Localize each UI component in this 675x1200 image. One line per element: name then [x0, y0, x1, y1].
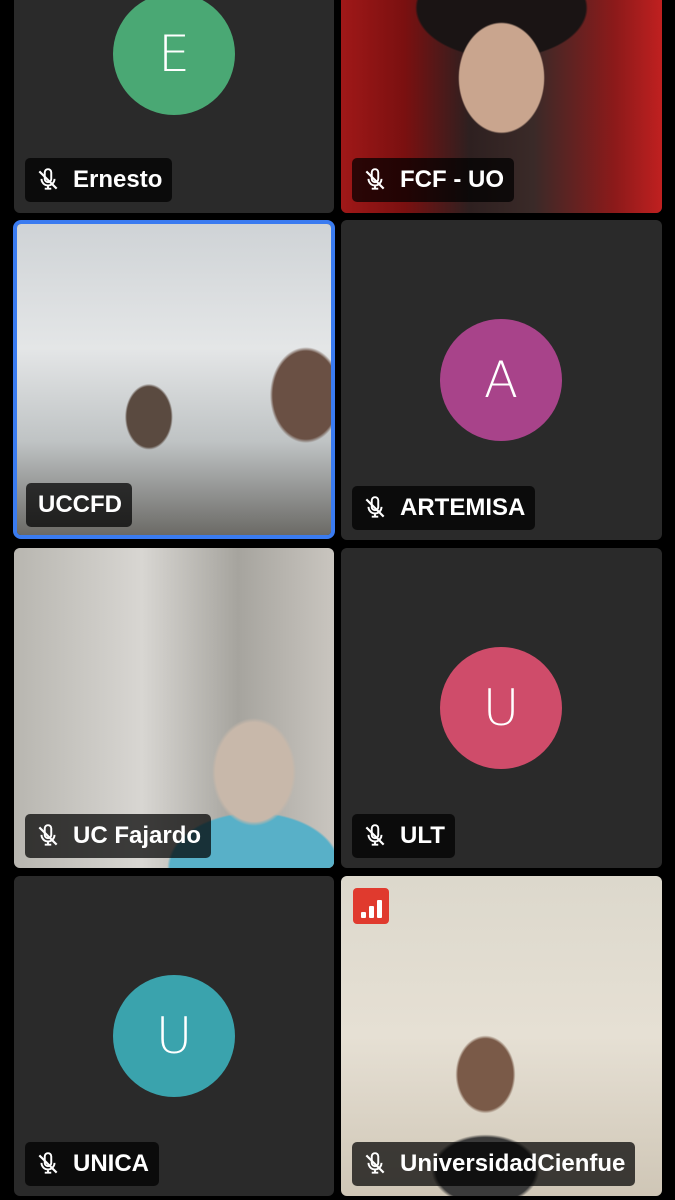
participant-tile-fcf-uo[interactable]: FCF - UO: [341, 0, 662, 213]
participant-name-label: ULT: [352, 814, 455, 858]
participant-name: FCF - UO: [400, 166, 504, 193]
participant-tile-artemisa[interactable]: A ARTEMISA: [341, 220, 662, 540]
participant-name-label: Ernesto: [25, 158, 173, 202]
avatar: E: [113, 0, 235, 115]
muted-mic-icon: [365, 824, 385, 846]
participant-name-label: UNICA: [25, 1142, 159, 1186]
participant-tile-ult[interactable]: U ULT: [341, 548, 662, 868]
participant-name: Ernesto: [73, 166, 163, 193]
participant-tile-ernesto[interactable]: E Ernesto: [14, 0, 334, 213]
avatar: U: [440, 647, 562, 769]
participant-name: UNICA: [73, 1150, 149, 1177]
participant-name-label: UCCFD: [26, 483, 132, 527]
signal-stats-icon[interactable]: [353, 888, 389, 924]
participant-name-label: UniversidadCienfue: [352, 1142, 636, 1186]
participant-name: UniversidadCienfue: [400, 1150, 626, 1177]
muted-mic-icon: [365, 168, 385, 190]
participant-name: ULT: [400, 822, 445, 849]
participant-name: UC Fajardo: [73, 822, 202, 849]
participant-tile-universidadcienfue[interactable]: UniversidadCienfue: [341, 876, 662, 1196]
muted-mic-icon: [38, 1152, 58, 1174]
participant-name: UCCFD: [38, 491, 122, 518]
participant-tile-uccfd[interactable]: UCCFD: [13, 220, 335, 539]
muted-mic-icon: [38, 824, 58, 846]
avatar: A: [440, 319, 562, 441]
avatar: U: [113, 975, 235, 1097]
participant-tile-unica[interactable]: U UNICA: [14, 876, 334, 1196]
participant-name-label: UC Fajardo: [25, 814, 212, 858]
participant-tile-uc-fajardo[interactable]: UC Fajardo: [14, 548, 334, 868]
muted-mic-icon: [38, 168, 58, 190]
participant-name-label: ARTEMISA: [352, 486, 536, 530]
muted-mic-icon: [365, 1152, 385, 1174]
participant-name-label: FCF - UO: [352, 158, 514, 202]
muted-mic-icon: [365, 496, 385, 518]
participant-name: ARTEMISA: [400, 494, 526, 521]
